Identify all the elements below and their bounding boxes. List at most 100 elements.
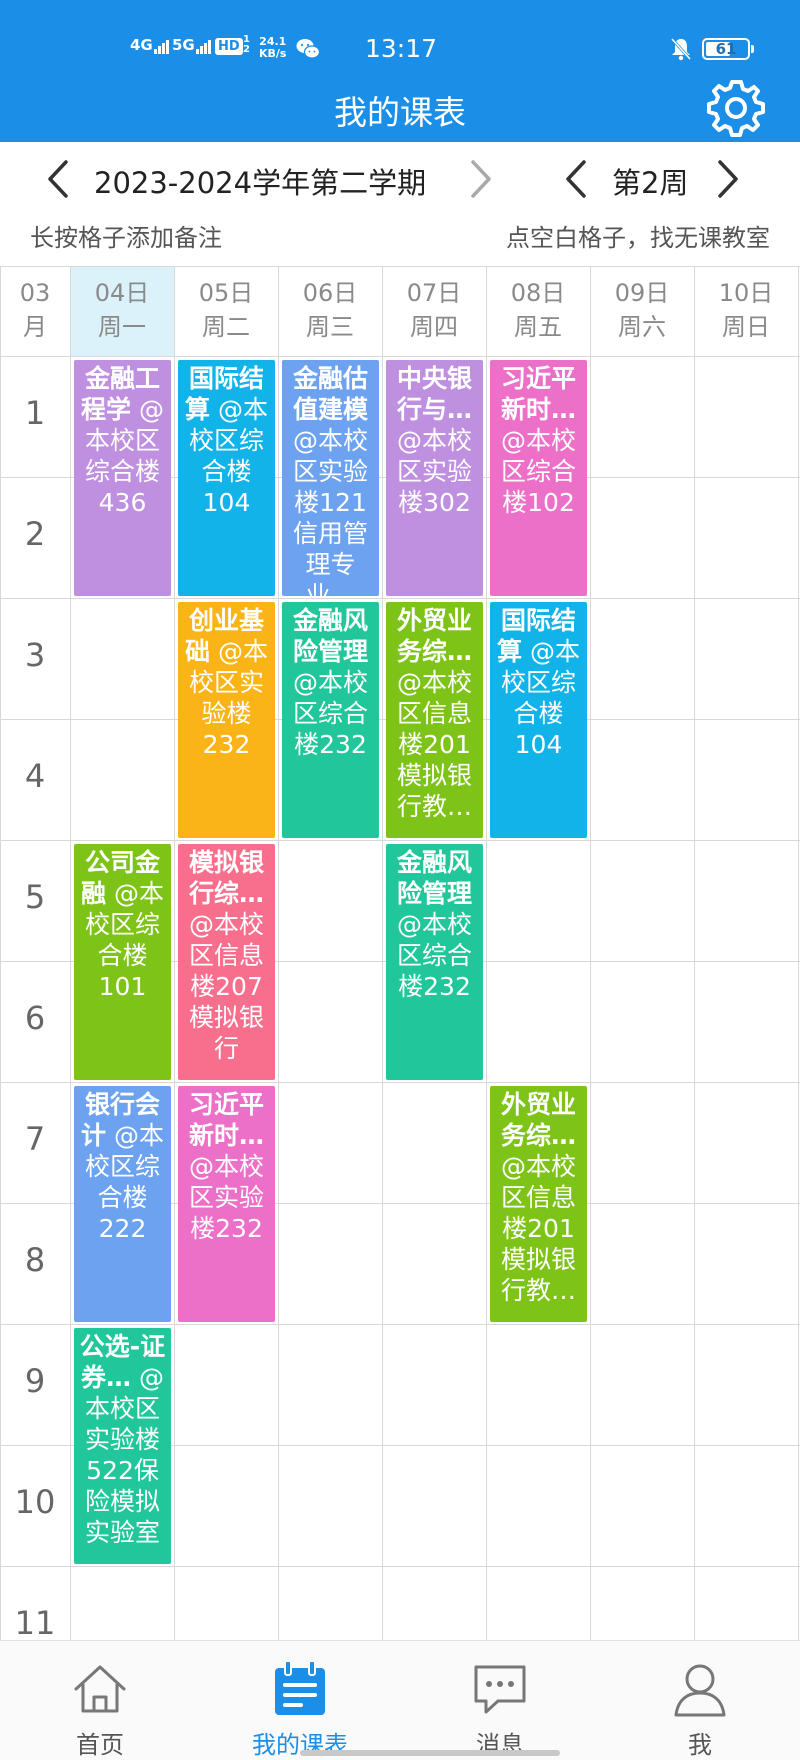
course-room: @本校区信息楼207模拟银行	[188, 910, 264, 1063]
course-room: @本校区实验楼232	[188, 1152, 264, 1243]
nav-me[interactable]: 我	[600, 1641, 800, 1760]
grid-row-line	[0, 266, 800, 267]
period-number: 9	[24, 1362, 46, 1400]
grid-row-line	[0, 598, 800, 599]
signal-4g-icon: 4G	[130, 36, 170, 54]
course-name: 外贸业务综…	[500, 1090, 576, 1150]
course-block[interactable]: 国际结算 @本校区综合楼104	[178, 360, 275, 596]
bottom-nav: 首页 我的课表 消息 我	[0, 1640, 800, 1760]
course-name: 模拟银行综…	[188, 848, 264, 908]
day-date: 04日	[94, 279, 150, 307]
course-block[interactable]: 习近平新时… @本校区综合楼102	[490, 360, 587, 596]
course-block[interactable]: 习近平新时… @本校区实验楼232	[178, 1086, 275, 1322]
day-weekday: 周三	[306, 313, 354, 341]
course-block[interactable]: 外贸业务综… @本校区信息楼201模拟银行教…	[386, 602, 483, 838]
grid-row-line	[0, 1324, 800, 1325]
day-header-6: 10日周日	[694, 266, 798, 356]
day-header-2: 06日周三	[278, 266, 382, 356]
hd-voice-icon: HD	[215, 38, 243, 55]
nav-me-label: 我	[688, 1731, 712, 1759]
grid-row-line	[0, 356, 800, 357]
course-block[interactable]: 金融工程学 @本校区综合楼436	[74, 360, 171, 596]
term-label[interactable]: 2023-2024学年第二学期	[94, 160, 426, 202]
grid-column-line	[382, 266, 383, 1640]
grid-column-line	[0, 266, 1, 1640]
course-name: 习近平新时…	[188, 1090, 264, 1150]
prev-week-chevron-left-icon[interactable]	[562, 156, 592, 202]
term-week-selector: 2023-2024学年第二学期 第2周	[0, 150, 800, 210]
course-block[interactable]: 国际结算 @本校区综合楼104	[490, 602, 587, 838]
month-label: 03 月	[19, 279, 51, 341]
period-number: 1	[24, 394, 46, 432]
day-date: 06日	[302, 279, 358, 307]
period-number: 4	[24, 757, 46, 795]
day-weekday: 周六	[618, 313, 666, 341]
course-block[interactable]: 模拟银行综… @本校区信息楼207模拟银行	[178, 844, 275, 1080]
day-weekday: 周五	[514, 313, 562, 341]
home-indicator	[300, 1750, 560, 1756]
day-date: 10日	[718, 279, 774, 307]
status-bar: 4G 5G HD 12 24.1 KB/s 13:17 61	[0, 30, 800, 70]
grid-column-line	[694, 266, 695, 1640]
hd-number: 12	[243, 34, 250, 55]
day-date: 08日	[510, 279, 566, 307]
period-number: 5	[24, 878, 46, 916]
grid-column-line	[590, 266, 591, 1640]
course-room: @本校区综合楼232	[292, 668, 368, 759]
nav-messages[interactable]: 消息	[400, 1641, 600, 1760]
prev-term-chevron-left-icon[interactable]	[44, 156, 74, 202]
network-speed: 24.1 KB/s	[259, 35, 287, 60]
battery-icon: 61	[702, 38, 754, 60]
grid-column-line	[486, 266, 487, 1640]
course-name: 金融估值建模	[292, 364, 368, 424]
nav-my-timetable[interactable]: 我的课表	[200, 1641, 400, 1760]
period-number: 7	[24, 1120, 46, 1158]
period-number: 10	[14, 1483, 56, 1521]
hint-find-classroom: 点空白格子，找无课教室	[506, 224, 770, 252]
hint-row: 长按格子添加备注 点空白格子，找无课教室	[0, 218, 800, 254]
grid-column-line	[798, 266, 799, 1640]
next-term-chevron-right-icon[interactable]	[465, 156, 495, 202]
course-name: 金融风险管理	[292, 606, 368, 666]
gear-icon[interactable]	[704, 76, 768, 140]
course-block[interactable]: 外贸业务综… @本校区信息楼201模拟银行教…	[490, 1086, 587, 1322]
period-number: 11	[14, 1604, 56, 1640]
status-time: 13:17	[365, 34, 438, 63]
day-date: 05日	[198, 279, 254, 307]
day-header-5: 09日周六	[590, 266, 694, 356]
course-room: @本校区实验楼121信用管理专业…	[292, 426, 368, 596]
course-block[interactable]: 公选-证券… @本校区实验楼522保险模拟实验室	[74, 1328, 171, 1564]
course-block[interactable]: 金融风险管理 @本校区综合楼232	[386, 844, 483, 1080]
course-name: 习近平新时…	[500, 364, 576, 424]
signal-5g-icon: 5G	[172, 36, 212, 54]
course-name: 金融风险管理	[396, 848, 472, 908]
message-icon	[474, 1665, 526, 1714]
nav-home[interactable]: 首页	[0, 1641, 200, 1760]
day-weekday: 周一	[98, 313, 146, 341]
period-number: 2	[24, 515, 46, 553]
period-number: 8	[24, 1241, 46, 1279]
day-header-4: 08日周五	[486, 266, 590, 356]
course-block[interactable]: 公司金融 @本校区综合楼101	[74, 844, 171, 1080]
grid-row-line	[0, 1566, 800, 1567]
day-header-0: 04日周一	[70, 266, 174, 356]
page-title: 我的课表	[334, 93, 466, 132]
next-week-chevron-right-icon[interactable]	[712, 156, 742, 202]
day-date: 09日	[614, 279, 670, 307]
day-weekday: 周二	[202, 313, 250, 341]
grid-row-line	[0, 1082, 800, 1083]
day-header-1: 05日周二	[174, 266, 278, 356]
day-weekday: 周日	[722, 313, 770, 341]
week-label[interactable]: 第2周	[612, 160, 688, 202]
course-room: @本校区综合楼102	[500, 426, 576, 517]
course-room: @本校区实验楼302	[396, 426, 472, 517]
bell-muted-icon	[670, 37, 692, 61]
course-block[interactable]: 中央银行与… @本校区实验楼302	[386, 360, 483, 596]
course-block[interactable]: 创业基础 @本校区实验楼232	[178, 602, 275, 838]
grid-column-line	[174, 266, 175, 1640]
calendar-icon	[275, 1660, 325, 1715]
course-block[interactable]: 银行会计 @本校区综合楼222	[74, 1086, 171, 1322]
course-block[interactable]: 金融估值建模 @本校区实验楼121信用管理专业…	[282, 360, 379, 596]
timetable-grid[interactable]: 03 月 04日 周一 05日 周二 06日 周三 07日 周四 08日 周五 09日 周六 10日 周日 1…	[0, 266, 800, 1640]
course-block[interactable]: 金融风险管理 @本校区综合楼232	[282, 602, 379, 838]
